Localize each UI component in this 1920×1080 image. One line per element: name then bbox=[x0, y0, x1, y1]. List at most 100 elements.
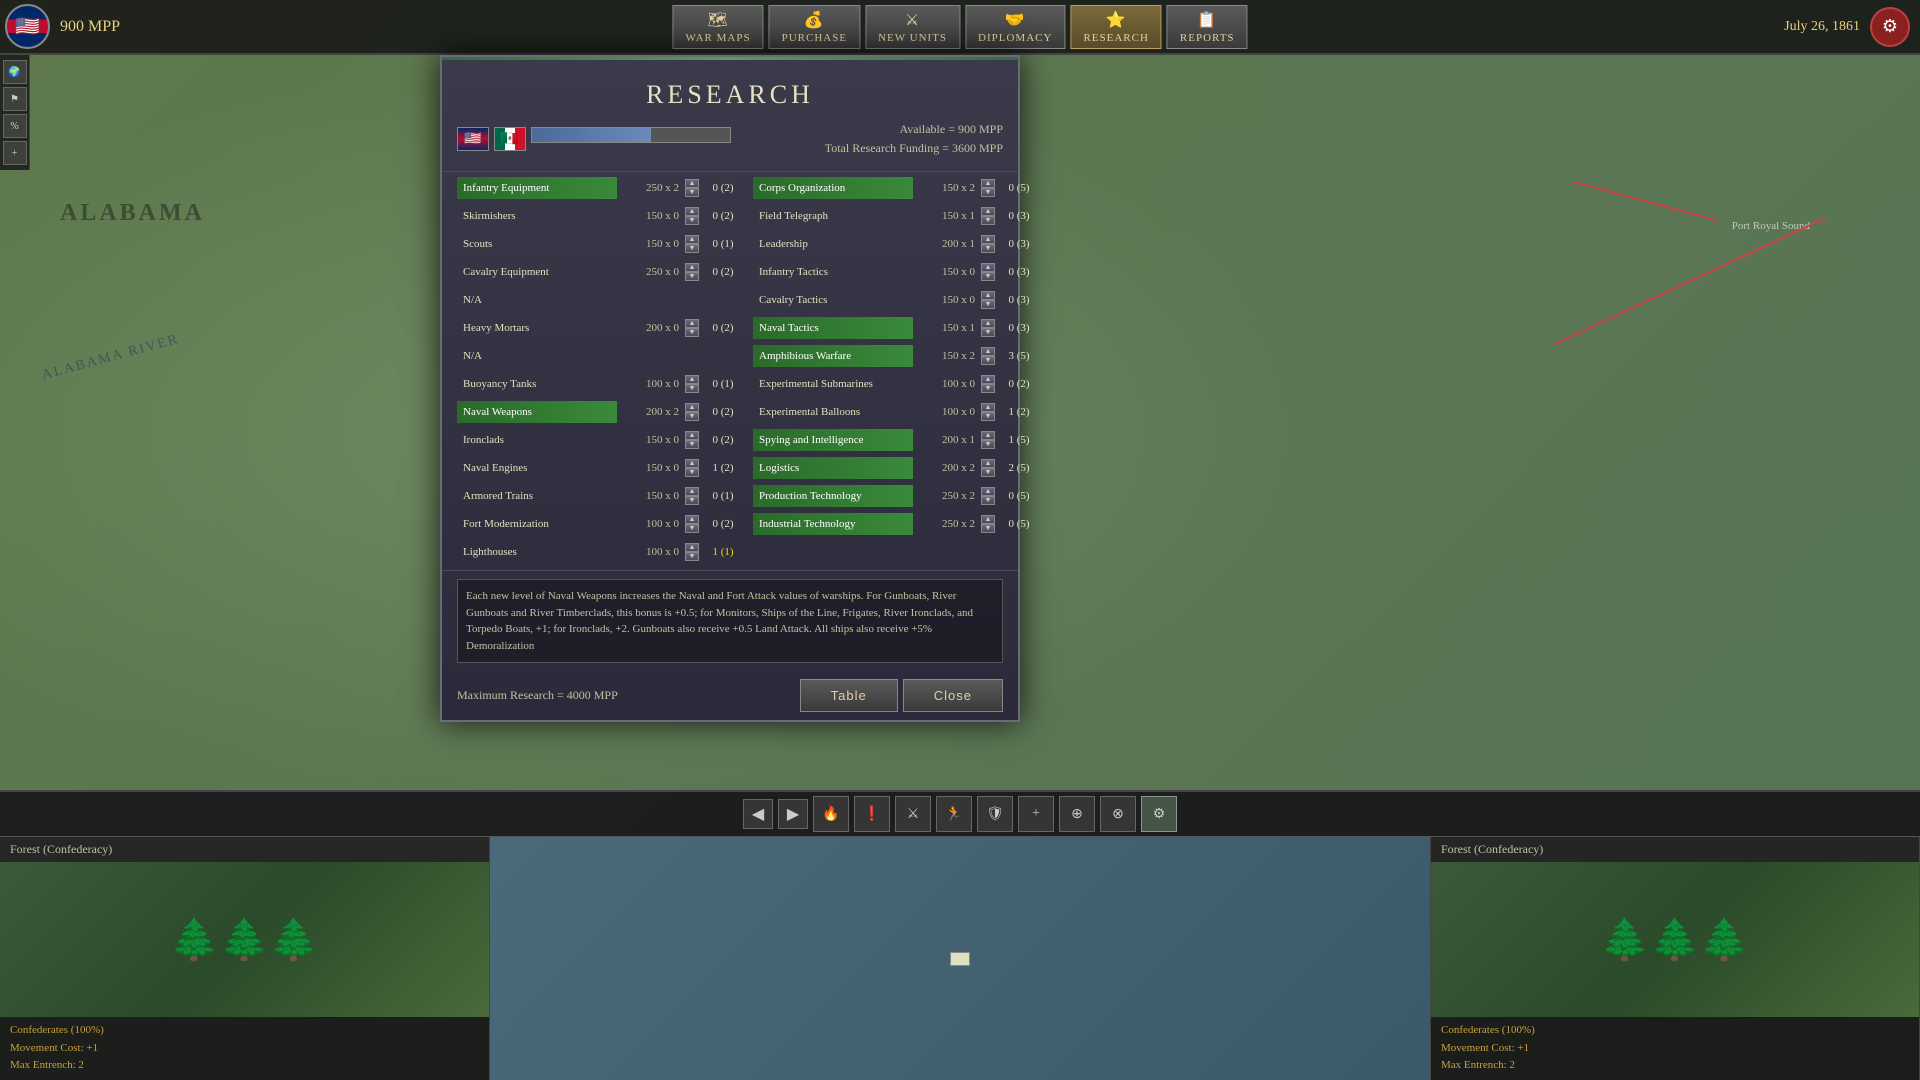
mexico-flag-small[interactable]: 🇲🇽 bbox=[494, 127, 526, 151]
right-tech-row-7: Experimental Submarines100 x 0 ▲ ▼ 0 (2) bbox=[753, 371, 1039, 397]
right-spin-up-8[interactable]: ▲ bbox=[981, 403, 995, 412]
right-spin-down-5[interactable]: ▼ bbox=[981, 328, 995, 337]
left-tech-row-8: Naval Weapons200 x 2 ▲ ▼ 0 (2) bbox=[457, 399, 743, 425]
right-spinner-2: ▲ ▼ bbox=[981, 235, 995, 253]
spin-down-11[interactable]: ▼ bbox=[685, 496, 699, 505]
diplomacy-icon: 🤝 bbox=[1005, 10, 1026, 30]
toolbar-btn-6[interactable]: + bbox=[1018, 796, 1054, 832]
nav-research-label: Research bbox=[1083, 32, 1148, 44]
close-button[interactable]: Close bbox=[903, 679, 1003, 712]
section-divider bbox=[442, 171, 1018, 172]
toolbar-btn-5[interactable]: 🛡 bbox=[977, 796, 1013, 832]
right-spin-down-7[interactable]: ▼ bbox=[981, 384, 995, 393]
right-spin-down-12[interactable]: ▼ bbox=[981, 524, 995, 533]
spin-down-13[interactable]: ▼ bbox=[685, 552, 699, 561]
spin-up-10[interactable]: ▲ bbox=[685, 459, 699, 468]
left-spinner-8: ▲ ▼ bbox=[685, 403, 699, 421]
right-spin-down-6[interactable]: ▼ bbox=[981, 356, 995, 365]
spin-up-0[interactable]: ▲ bbox=[685, 179, 699, 188]
left-tech-row-7: Buoyancy Tanks100 x 0 ▲ ▼ 0 (1) bbox=[457, 371, 743, 397]
spin-down-7[interactable]: ▼ bbox=[685, 384, 699, 393]
spin-down-0[interactable]: ▼ bbox=[685, 188, 699, 197]
right-spin-up-0[interactable]: ▲ bbox=[981, 179, 995, 188]
right-spin-up-3[interactable]: ▲ bbox=[981, 263, 995, 272]
spin-down-12[interactable]: ▼ bbox=[685, 524, 699, 533]
right-tech-row-6: Amphibious Warfare150 x 2 ▲ ▼ 3 (5) bbox=[753, 343, 1039, 369]
right-spin-up-2[interactable]: ▲ bbox=[981, 235, 995, 244]
spin-up-5[interactable]: ▲ bbox=[685, 319, 699, 328]
nav-research[interactable]: ⭐ Research bbox=[1070, 5, 1161, 49]
spin-up-1[interactable]: ▲ bbox=[685, 207, 699, 216]
toolbar-btn-8[interactable]: ⊗ bbox=[1100, 796, 1136, 832]
toolbar-btn-4[interactable]: 🏃 bbox=[936, 796, 972, 832]
side-icon-1[interactable]: 🌍 bbox=[3, 60, 27, 84]
table-button[interactable]: Table bbox=[800, 679, 898, 712]
spin-down-10[interactable]: ▼ bbox=[685, 468, 699, 477]
prev-arrow[interactable]: ◀ bbox=[743, 799, 773, 829]
spin-down-3[interactable]: ▼ bbox=[685, 272, 699, 281]
spin-down-2[interactable]: ▼ bbox=[685, 244, 699, 253]
nav-new-units[interactable]: ⚔ New Units bbox=[865, 5, 960, 49]
right-terrain-trees-icon: 🌲🌲🌲 bbox=[1600, 916, 1749, 963]
nav-purchase[interactable]: 💰 Purchase bbox=[769, 5, 860, 49]
right-spin-down-2[interactable]: ▼ bbox=[981, 244, 995, 253]
right-spin-up-12[interactable]: ▲ bbox=[981, 515, 995, 524]
nav-reports[interactable]: 📋 Reports bbox=[1167, 5, 1248, 49]
right-tech-count-0: 0 (5) bbox=[999, 182, 1039, 194]
spin-down-9[interactable]: ▼ bbox=[685, 440, 699, 449]
right-spin-down-0[interactable]: ▼ bbox=[981, 188, 995, 197]
spin-up-7[interactable]: ▲ bbox=[685, 375, 699, 384]
spin-down-5[interactable]: ▼ bbox=[685, 328, 699, 337]
center-map-panel[interactable] bbox=[490, 837, 1430, 1080]
nav-war-maps[interactable]: 🗺 War Maps bbox=[672, 5, 763, 49]
right-spin-up-6[interactable]: ▲ bbox=[981, 347, 995, 356]
nav-diplomacy[interactable]: 🤝 Diplomacy bbox=[965, 5, 1065, 49]
header-bar bbox=[442, 57, 1018, 60]
left-tech-count-9: 0 (2) bbox=[703, 434, 743, 446]
spin-down-1[interactable]: ▼ bbox=[685, 216, 699, 225]
spin-up-9[interactable]: ▲ bbox=[685, 431, 699, 440]
right-spin-up-1[interactable]: ▲ bbox=[981, 207, 995, 216]
right-spin-down-3[interactable]: ▼ bbox=[981, 272, 995, 281]
right-spin-up-5[interactable]: ▲ bbox=[981, 319, 995, 328]
spin-up-3[interactable]: ▲ bbox=[685, 263, 699, 272]
right-spin-down-8[interactable]: ▼ bbox=[981, 412, 995, 421]
spin-down-8[interactable]: ▼ bbox=[685, 412, 699, 421]
next-arrow[interactable]: ▶ bbox=[778, 799, 808, 829]
left-spinner-2: ▲ ▼ bbox=[685, 235, 699, 253]
toolbar-btn-9[interactable]: ⚙ bbox=[1141, 796, 1177, 832]
side-icon-4[interactable]: + bbox=[3, 141, 27, 165]
right-spin-down-9[interactable]: ▼ bbox=[981, 440, 995, 449]
toolbar-btn-7[interactable]: ⊕ bbox=[1059, 796, 1095, 832]
nav-diplomacy-label: Diplomacy bbox=[978, 32, 1052, 44]
side-icon-2[interactable]: ⚑ bbox=[3, 87, 27, 111]
spin-up-2[interactable]: ▲ bbox=[685, 235, 699, 244]
left-tech-count-13: 1 (1) bbox=[703, 546, 743, 558]
side-icon-3[interactable]: % bbox=[3, 114, 27, 138]
union-flag-small[interactable]: 🇺🇸 bbox=[457, 127, 489, 151]
right-spin-up-4[interactable]: ▲ bbox=[981, 291, 995, 300]
spin-up-13[interactable]: ▲ bbox=[685, 543, 699, 552]
toolbar-btn-1[interactable]: 🔥 bbox=[813, 796, 849, 832]
toolbar-btn-2[interactable]: ❗ bbox=[854, 796, 890, 832]
right-spin-up-10[interactable]: ▲ bbox=[981, 459, 995, 468]
right-spin-down-11[interactable]: ▼ bbox=[981, 496, 995, 505]
right-tech-name-4: Cavalry Tactics bbox=[753, 289, 913, 311]
right-spin-up-11[interactable]: ▲ bbox=[981, 487, 995, 496]
right-spin-up-9[interactable]: ▲ bbox=[981, 431, 995, 440]
settings-button[interactable]: ⚙ bbox=[1870, 7, 1910, 47]
spin-up-12[interactable]: ▲ bbox=[685, 515, 699, 524]
right-spin-down-10[interactable]: ▼ bbox=[981, 468, 995, 477]
left-tech-row-6: N/A bbox=[457, 343, 743, 369]
right-spinner-6: ▲ ▼ bbox=[981, 347, 995, 365]
left-tech-row-9: Ironclads150 x 0 ▲ ▼ 0 (2) bbox=[457, 427, 743, 453]
left-tech-name-8: Naval Weapons bbox=[457, 401, 617, 423]
right-spin-up-7[interactable]: ▲ bbox=[981, 375, 995, 384]
right-spin-down-1[interactable]: ▼ bbox=[981, 216, 995, 225]
right-spin-down-4[interactable]: ▼ bbox=[981, 300, 995, 309]
toolbar-btn-3[interactable]: ⚔ bbox=[895, 796, 931, 832]
spin-up-8[interactable]: ▲ bbox=[685, 403, 699, 412]
right-tech-row-9: Spying and Intelligence200 x 1 ▲ ▼ 1 (5) bbox=[753, 427, 1039, 453]
right-tech-name-10: Logistics bbox=[753, 457, 913, 479]
spin-up-11[interactable]: ▲ bbox=[685, 487, 699, 496]
